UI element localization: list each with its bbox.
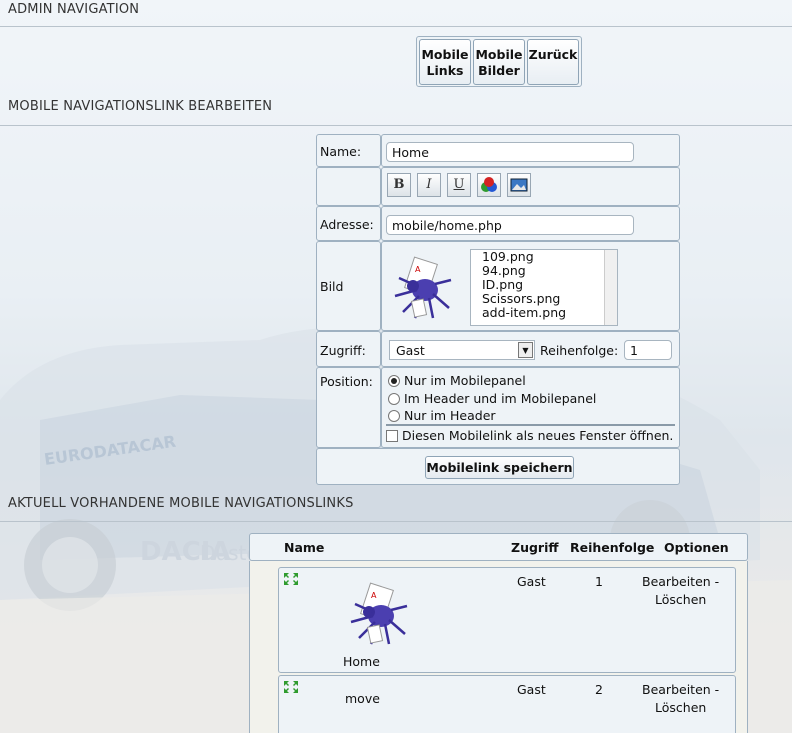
row-order: 2 [595,682,603,697]
address-label-cell: Adresse: [316,206,381,241]
image-option[interactable]: 109.png [471,250,617,264]
position-option-label: Nur im Mobilepanel [404,373,526,388]
table-row: move Gast 2 Bearbeiten - Löschen [278,675,736,733]
color-icon [481,177,497,192]
position-option-label: Im Header und im Mobilepanel [404,391,597,406]
mobile-bilder-label-1: Mobile [475,47,523,62]
row-access: Gast [517,682,546,697]
spider-card-icon: A [350,582,408,645]
spider-card-icon: A [394,256,452,319]
access-select[interactable]: Gast ▼ [389,340,535,360]
table-row: A Home Gast 1 Bearbeiten - Löschen [278,567,736,673]
access-select-value: Gast [396,343,425,358]
col-name: Name [284,540,325,555]
svg-text:A: A [415,265,421,274]
image-option[interactable]: add-item.png [471,306,617,320]
underline-button[interactable]: U [447,173,471,197]
chevron-down-icon[interactable]: ▼ [518,342,533,358]
color-picker-button[interactable] [477,173,501,197]
list-scrollbar[interactable]: ▲ ▼ [604,250,617,325]
scroll-up-icon[interactable]: ▲ [616,250,617,259]
position-option-label: Nur im Header [404,408,496,423]
checkbox-icon[interactable] [386,429,398,442]
row-edit-link[interactable]: Bearbeiten - [642,682,719,697]
position-field-cell: Nur im Mobilepanel Im Header und im Mobi… [381,367,680,448]
radio-checked-icon[interactable] [388,374,400,387]
insert-image-button[interactable] [507,173,531,197]
access-label-cell: Zugriff: [316,331,381,367]
address-label: Adresse: [320,217,374,232]
image-option[interactable]: 94.png [471,264,617,278]
col-options: Optionen [664,540,729,555]
col-order: Reihenfolge [570,540,655,555]
toolbar-label-cell [316,167,381,206]
col-access: Zugriff [511,540,559,555]
access-label: Zugriff: [320,343,366,358]
row-access: Gast [517,574,546,589]
mobile-links-label-1: Mobile [421,47,469,62]
order-input[interactable]: 1 [624,340,672,360]
position-divider [386,424,675,426]
save-mobilelink-button[interactable]: Mobilelink speichern [425,456,574,479]
radio-unchecked-icon[interactable] [388,409,400,422]
position-option-header-and-mobilepanel[interactable]: Im Header und im Mobilepanel [388,391,596,406]
position-option-mobilepanel[interactable]: Nur im Mobilepanel [388,373,526,388]
name-label: Name: [320,144,362,159]
format-toolbar: B I U [381,167,680,206]
image-select-list[interactable]: 109.png 94.png ID.png Scissors.png add-i… [470,249,618,326]
bold-button[interactable]: B [387,173,411,197]
name-field-cell: Home [381,134,680,167]
address-field-cell: mobile/home.php [381,206,680,241]
row-delete-link[interactable]: Löschen [655,700,706,715]
access-field-cell: Gast ▼ Reihenfolge: 1 [381,331,680,367]
image-field-cell: A 109.png 94.png ID.png Scissors.png add… [381,241,680,331]
back-label: Zurück [528,47,578,62]
position-label-cell: Position: [316,367,381,448]
admin-navigation-title: ADMIN NAVIGATION [0,2,792,27]
radio-unchecked-icon[interactable] [388,392,400,405]
row-order: 1 [595,574,603,589]
name-label-cell: Name: [316,134,381,167]
image-icon [510,178,528,192]
row-name: Home [343,654,380,669]
mobile-bilder-button[interactable]: Mobile Bilder [473,39,525,85]
row-delete-link[interactable]: Löschen [655,592,706,607]
image-option[interactable]: ID.png [471,278,617,292]
back-button[interactable]: Zurück [527,39,579,85]
mobile-links-button[interactable]: Mobile Links [419,39,471,85]
mobile-bilder-label-2: Bilder [478,63,520,78]
existing-links-title: AKTUELL VORHANDENE MOBILE NAVIGATIONSLIN… [0,496,792,522]
svg-text:A: A [371,591,377,600]
italic-button[interactable]: I [417,173,441,197]
position-option-header[interactable]: Nur im Header [388,408,496,423]
mobile-links-label-2: Links [426,63,464,78]
admin-nav-buttons: Mobile Links Mobile Bilder Zurück [416,36,582,87]
image-option[interactable]: Scissors.png [471,292,617,306]
image-label: Bild [320,279,344,294]
address-input[interactable]: mobile/home.php [386,215,634,235]
new-window-option[interactable]: Diesen Mobilelink als neues Fenster öffn… [386,428,673,443]
edit-link-title: MOBILE NAVIGATIONSLINK BEARBEITEN [0,99,792,126]
name-input[interactable]: Home [386,142,634,162]
order-label: Reihenfolge: [540,343,619,358]
save-cell: Mobilelink speichern [316,448,680,485]
position-label: Position: [320,374,373,389]
move-arrows-icon[interactable] [282,679,300,695]
links-table-header: Name Zugriff Reihenfolge Optionen [249,533,748,561]
new-window-label: Diesen Mobilelink als neues Fenster öffn… [402,428,674,443]
move-arrows-icon[interactable] [282,571,300,587]
row-edit-link[interactable]: Bearbeiten - [642,574,719,589]
scroll-down-icon[interactable]: ▼ [616,316,617,325]
row-name: move [345,691,380,706]
image-label-cell: Bild [316,241,381,331]
